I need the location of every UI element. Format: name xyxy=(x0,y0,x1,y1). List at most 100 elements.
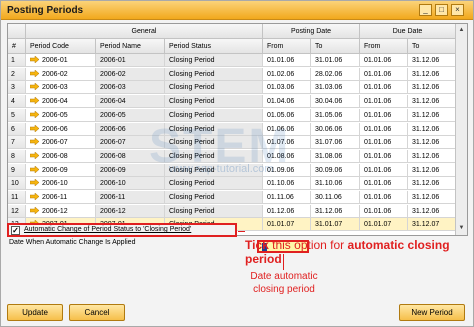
posting-from-cell[interactable]: 01.01.06 xyxy=(263,54,311,67)
period-status-cell[interactable]: Closing Period xyxy=(165,136,263,150)
posting-from-cell[interactable]: 01.08.06 xyxy=(263,149,311,163)
row-number[interactable]: 3 xyxy=(8,81,26,95)
period-status-cell[interactable]: Closing Period xyxy=(165,149,263,163)
due-to-cell[interactable]: 31.12.06 xyxy=(408,95,456,109)
period-name-cell[interactable]: 2006-03 xyxy=(96,81,165,95)
period-code-cell[interactable]: 2006-02 xyxy=(26,67,96,81)
period-name-cell[interactable]: 2006-09 xyxy=(96,163,165,177)
posting-from-cell[interactable]: 01.01.07 xyxy=(263,218,311,232)
minimize-button[interactable]: _ xyxy=(419,4,432,16)
table-row[interactable]: 7 2006-07 2006-07 Closing Period 01.07.06 31.… xyxy=(8,136,456,150)
column-header-posting-from[interactable]: From xyxy=(263,39,311,54)
period-status-cell[interactable]: Closing Period xyxy=(165,54,263,67)
due-from-cell[interactable]: 01.01.06 xyxy=(360,67,408,81)
period-name-cell[interactable]: 2006-10 xyxy=(96,177,165,191)
cancel-button[interactable]: Cancel xyxy=(69,304,125,321)
posting-to-cell[interactable]: 31.05.06 xyxy=(311,108,360,122)
scroll-down-icon[interactable]: ▼ xyxy=(457,223,466,233)
due-to-cell[interactable]: 31.12.06 xyxy=(408,204,456,218)
posting-to-cell[interactable]: 30.04.06 xyxy=(311,95,360,109)
period-status-cell[interactable]: Closing Period xyxy=(165,163,263,177)
link-arrow-icon[interactable] xyxy=(30,56,39,63)
due-to-cell[interactable]: 31.12.06 xyxy=(408,122,456,136)
posting-to-cell[interactable]: 31.10.06 xyxy=(311,177,360,191)
table-row[interactable]: 11 2006-11 2006-11 Closing Period 01.11.06 30… xyxy=(8,191,456,204)
row-number[interactable]: 1 xyxy=(8,54,26,67)
period-status-cell[interactable]: Closing Period xyxy=(165,108,263,122)
due-from-cell[interactable]: 01.01.06 xyxy=(360,136,408,150)
period-code-cell[interactable]: 2006-07 xyxy=(26,136,96,150)
period-status-cell[interactable]: Closing Period xyxy=(165,122,263,136)
row-number[interactable]: 2 xyxy=(8,67,26,81)
posting-from-cell[interactable]: 01.09.06 xyxy=(263,163,311,177)
link-arrow-icon[interactable] xyxy=(30,97,39,105)
due-to-cell[interactable]: 31.12.07 xyxy=(408,218,456,232)
period-name-cell[interactable]: 2006-11 xyxy=(96,191,165,204)
period-code-cell[interactable]: 2006-12 xyxy=(26,204,96,218)
link-arrow-icon[interactable] xyxy=(30,165,39,173)
posting-to-cell[interactable]: 30.06.06 xyxy=(311,122,360,136)
period-code-cell[interactable]: 2006-11 xyxy=(26,191,96,204)
column-header-period-status[interactable]: Period Status xyxy=(165,39,263,54)
due-from-cell[interactable]: 01.01.06 xyxy=(360,163,408,177)
posting-from-cell[interactable]: 01.06.06 xyxy=(263,122,311,136)
link-arrow-icon[interactable] xyxy=(30,138,39,146)
link-arrow-icon[interactable] xyxy=(30,83,39,91)
due-to-cell[interactable]: 31.12.06 xyxy=(408,163,456,177)
maximize-button[interactable]: □ xyxy=(435,4,448,16)
period-status-cell[interactable]: Closing Period xyxy=(165,67,263,81)
new-period-button[interactable]: New Period xyxy=(399,304,465,321)
due-to-cell[interactable]: 31.12.06 xyxy=(408,149,456,163)
due-from-cell[interactable]: 01.01.06 xyxy=(360,177,408,191)
posting-from-cell[interactable]: 01.03.06 xyxy=(263,81,311,95)
row-number[interactable]: 10 xyxy=(8,177,26,191)
posting-to-cell[interactable]: 31.07.06 xyxy=(311,136,360,150)
update-button[interactable]: Update xyxy=(7,304,63,321)
due-to-cell[interactable]: 31.12.06 xyxy=(408,191,456,204)
due-from-cell[interactable]: 01.01.06 xyxy=(360,122,408,136)
due-to-cell[interactable]: 31.12.06 xyxy=(408,67,456,81)
column-header-number[interactable]: # xyxy=(8,39,26,54)
period-status-cell[interactable]: Closing Period xyxy=(165,177,263,191)
row-number[interactable]: 9 xyxy=(8,163,26,177)
period-code-cell[interactable]: 2006-08 xyxy=(26,149,96,163)
auto-change-checkbox[interactable]: ✓ xyxy=(11,226,20,235)
column-header-due-from[interactable]: From xyxy=(360,39,408,54)
column-header-period-name[interactable]: Period Name xyxy=(96,39,165,54)
due-to-cell[interactable]: 31.12.06 xyxy=(408,108,456,122)
period-name-cell[interactable]: 2006-04 xyxy=(96,95,165,109)
due-from-cell[interactable]: 01.01.06 xyxy=(360,95,408,109)
link-arrow-icon[interactable] xyxy=(30,206,39,214)
period-status-cell[interactable]: Closing Period xyxy=(165,204,263,218)
posting-from-cell[interactable]: 01.05.06 xyxy=(263,108,311,122)
table-row[interactable]: 5 2006-05 2006-05 Closing Period 01.05.06 31.… xyxy=(8,108,456,122)
close-button[interactable]: × xyxy=(451,4,464,16)
due-from-cell[interactable]: 01.01.06 xyxy=(360,81,408,95)
posting-from-cell[interactable]: 01.07.06 xyxy=(263,136,311,150)
period-code-cell[interactable]: 2006-10 xyxy=(26,177,96,191)
auto-change-label[interactable]: Automatic Change of Period Status to 'Cl… xyxy=(24,226,191,233)
posting-from-cell[interactable]: 01.02.06 xyxy=(263,67,311,81)
period-code-cell[interactable]: 2006-01 xyxy=(26,54,96,67)
posting-from-cell[interactable]: 01.04.06 xyxy=(263,95,311,109)
table-row[interactable]: 8 2006-08 2006-08 Closing Period 01.08.06 31.… xyxy=(8,149,456,163)
period-code-cell[interactable]: 2006-04 xyxy=(26,95,96,109)
posting-to-cell[interactable]: 31.01.06 xyxy=(311,54,360,67)
period-code-cell[interactable]: 2006-09 xyxy=(26,163,96,177)
period-name-cell[interactable]: 2006-01 xyxy=(96,54,165,67)
due-from-cell[interactable]: 01.01.06 xyxy=(360,191,408,204)
posting-to-cell[interactable]: 28.02.06 xyxy=(311,67,360,81)
period-status-cell[interactable]: Closing Period xyxy=(165,191,263,204)
due-from-cell[interactable]: 01.01.06 xyxy=(360,108,408,122)
table-row[interactable]: 4 2006-04 2006-04 Closing Period 01.04.06 30.… xyxy=(8,95,456,109)
link-arrow-icon[interactable] xyxy=(30,124,39,132)
posting-from-cell[interactable]: 01.11.06 xyxy=(263,191,311,204)
posting-to-cell[interactable]: 31.03.06 xyxy=(311,81,360,95)
period-code-cell[interactable]: 2006-03 xyxy=(26,81,96,95)
row-number[interactable]: 4 xyxy=(8,95,26,109)
row-number[interactable]: 12 xyxy=(8,204,26,218)
period-name-cell[interactable]: 2006-08 xyxy=(96,149,165,163)
table-row[interactable]: 12 2006-12 2006-12 Closing Period 01.12.06 31… xyxy=(8,204,456,218)
row-number[interactable]: 5 xyxy=(8,108,26,122)
period-name-cell[interactable]: 2006-06 xyxy=(96,122,165,136)
